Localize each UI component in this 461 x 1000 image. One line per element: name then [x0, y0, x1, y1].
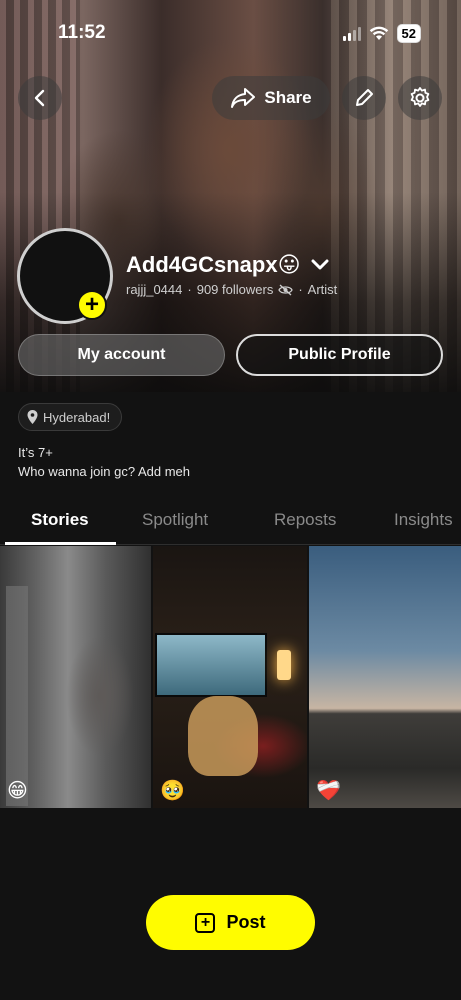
tab-stories[interactable]: Stories: [31, 510, 89, 530]
share-label: Share: [264, 88, 312, 107]
location-chip[interactable]: Hyderabad!: [18, 403, 123, 431]
tab-spotlight[interactable]: Spotlight: [142, 510, 208, 530]
story-emoji: 😁: [7, 778, 28, 802]
chevron-down-icon: [311, 259, 329, 270]
status-time: 11:52: [58, 22, 106, 43]
tab-insights[interactable]: Insights: [394, 510, 453, 530]
plus-square-icon: +: [195, 912, 216, 933]
story-thumbnail-detail: [188, 696, 258, 776]
bio-line-2: Who wanna join gc? Add meh: [18, 464, 190, 479]
stories-grid: 😁 🥹 ❤️‍🩹: [0, 546, 461, 808]
separator-dot: ·: [187, 282, 192, 297]
signal-icon: [342, 26, 361, 41]
status-bar: 11:52 52: [0, 22, 461, 48]
story-emoji: ❤️‍🩹: [316, 778, 341, 802]
profile-category: Artist: [307, 282, 338, 297]
profile-subtitle: rajjj_0444 · 909 followers · Artist: [126, 282, 337, 297]
hidden-eye-icon: [278, 284, 294, 295]
story-emoji: 🥹: [160, 778, 185, 802]
wifi-icon: [369, 26, 388, 40]
add-story-button[interactable]: +: [77, 290, 107, 320]
followers-count: 909 followers: [196, 282, 274, 297]
username: rajjj_0444: [126, 282, 183, 297]
chevron-left-icon: [34, 89, 45, 107]
tab-reposts[interactable]: Reposts: [274, 510, 336, 530]
location-label: Hyderabad!: [43, 409, 111, 425]
bio-text: It’s 7+ Who wanna join gc? Add meh: [18, 443, 190, 481]
share-button[interactable]: Share: [212, 76, 330, 120]
my-account-button[interactable]: My account: [18, 334, 225, 376]
post-label: Post: [226, 912, 266, 932]
post-button[interactable]: + Post: [146, 895, 315, 950]
location-pin-icon: [27, 410, 38, 424]
story-thumbnail-detail: [155, 633, 267, 697]
pencil-icon: [356, 89, 373, 106]
story-tile[interactable]: 😁: [0, 546, 151, 808]
battery-indicator: 52: [396, 24, 421, 43]
bio-line-1: It’s 7+: [18, 445, 53, 460]
story-tile[interactable]: 🥹: [153, 546, 307, 808]
back-button[interactable]: [18, 76, 62, 120]
share-arrow-icon: [231, 88, 256, 108]
profile-tabs: Stories Spotlight Reposts Insights: [0, 500, 461, 545]
display-name: Add4GCsnapx😛: [126, 252, 301, 277]
status-icons: 52: [342, 24, 421, 43]
story-thumbnail-detail: [277, 650, 291, 680]
my-account-label: My account: [77, 346, 166, 363]
edit-button[interactable]: [342, 76, 386, 120]
separator-dot: ·: [298, 282, 303, 297]
active-tab-indicator: [5, 542, 116, 545]
profile-name-row[interactable]: Add4GCsnapx😛: [126, 252, 329, 278]
gear-icon: [410, 87, 430, 107]
settings-button[interactable]: [398, 76, 442, 120]
story-thumbnail-detail: [6, 586, 28, 806]
public-profile-label: Public Profile: [288, 346, 391, 363]
public-profile-button[interactable]: Public Profile: [236, 334, 443, 376]
story-tile[interactable]: ❤️‍🩹: [309, 546, 461, 808]
